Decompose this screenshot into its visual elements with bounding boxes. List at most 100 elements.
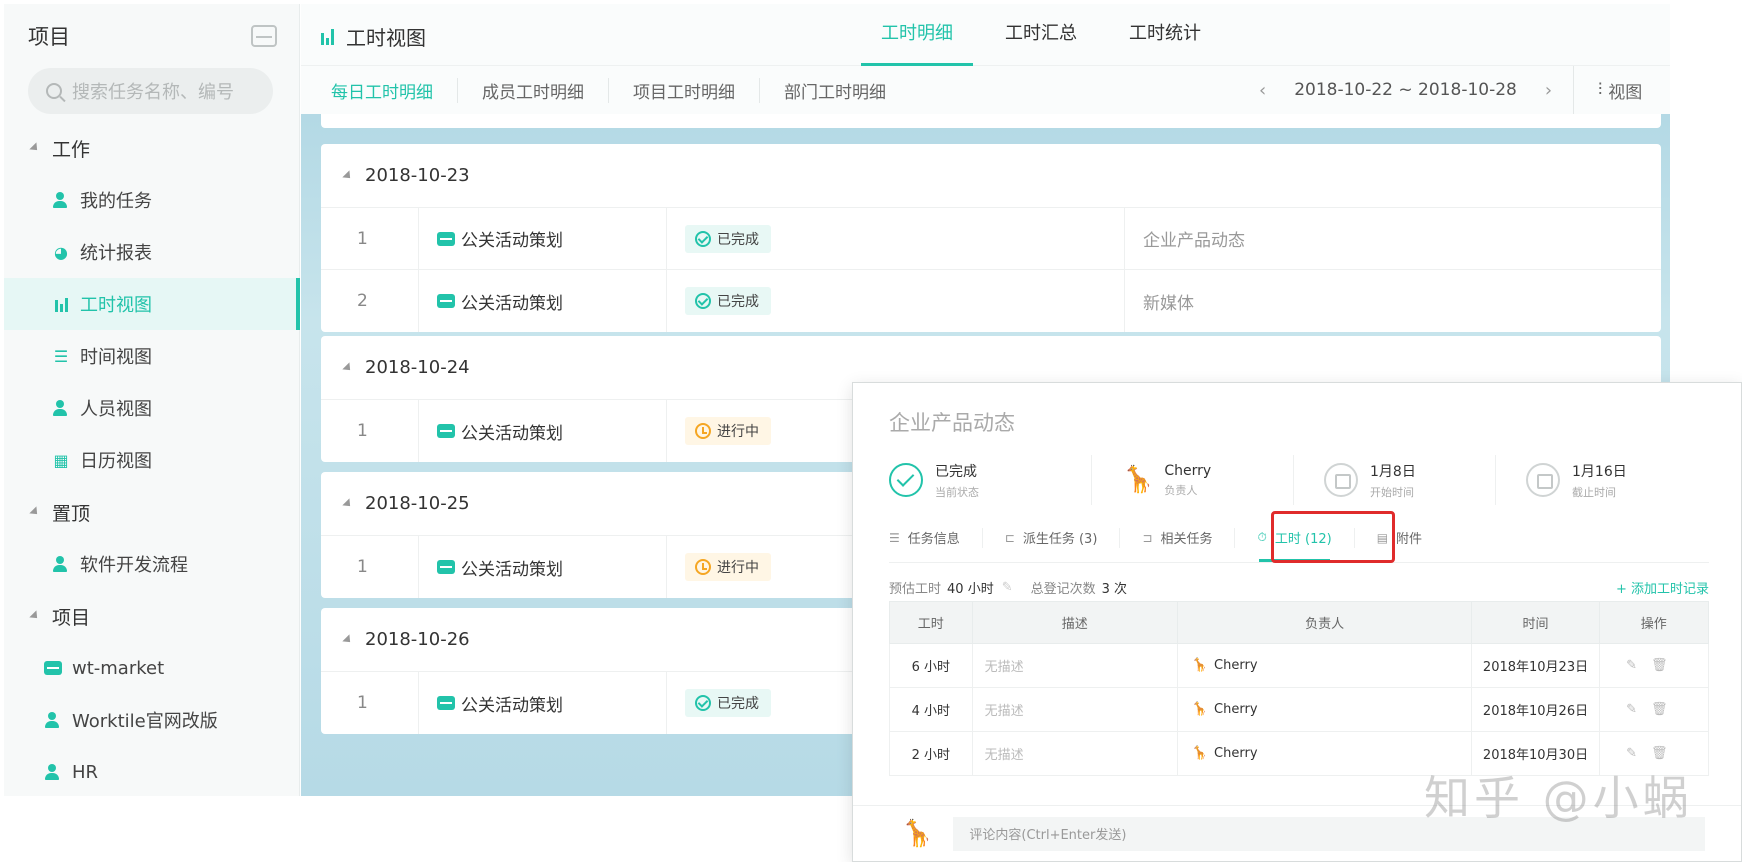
edit-icon[interactable]: ✎ <box>1626 658 1651 673</box>
table-row: 4 小时 无描述 🦒 Cherry 2018年10月26日 ✎🗑 <box>889 687 1710 732</box>
trash-icon[interactable]: 🗑 <box>1651 702 1682 717</box>
col-owner: 负责人 <box>1176 601 1473 644</box>
sidebar: 项目 搜索任务名称、编号 工作 我的任务 ◕ 统计报表 工时视图 ☰ 时间视图 … <box>4 4 300 796</box>
row-number: 1 <box>321 536 419 598</box>
sidebar-item-people-view[interactable]: 人员视图 <box>4 382 299 434</box>
table-row[interactable]: 2 公关活动策划 已完成 新媒体 <box>321 270 1661 332</box>
box-icon <box>437 294 455 308</box>
meta-status[interactable]: 已完成 当前状态 <box>889 455 1091 505</box>
subtab-daily[interactable]: 每日工时明细 <box>331 78 457 103</box>
table-row[interactable]: 1 公关活动策划 已完成 企业产品动态 <box>321 208 1661 270</box>
tab-related[interactable]: ⊐ 相关任务 <box>1119 527 1234 548</box>
sub-bar: 每日工时明细 成员工时明细 项目工时明细 部门工时明细 ‹ 2018-10-22… <box>301 66 1670 114</box>
box-icon <box>44 661 62 675</box>
box-icon <box>437 424 455 438</box>
task-name[interactable]: 公关活动策划 <box>461 419 563 444</box>
subtab-project[interactable]: 项目工时明细 <box>608 77 759 103</box>
subtask-icon: ⊏ <box>1004 530 1015 545</box>
next-week-icon[interactable]: › <box>1545 80 1552 101</box>
view-button[interactable]: ⫶ 视图 <box>1573 66 1642 114</box>
status-badge: 已完成 <box>685 224 771 253</box>
trash-icon[interactable]: 🗑 <box>1651 746 1682 761</box>
giraffe-avatar-icon: 🦒 <box>901 818 934 849</box>
giraffe-avatar-icon: 🦒 <box>1191 746 1209 761</box>
edit-icon[interactable]: ✎ <box>1626 746 1651 761</box>
task-name[interactable]: 公关活动策划 <box>461 691 563 716</box>
sidebar-item-label: 统计报表 <box>80 243 152 264</box>
check-circle-icon <box>695 293 711 309</box>
trash-icon[interactable]: 🗑 <box>1651 658 1682 673</box>
list-icon: ☰ <box>889 530 900 545</box>
edit-icon[interactable]: ✎ <box>1002 580 1013 595</box>
tab-worktime-stats[interactable]: 工时统计 <box>1109 4 1221 66</box>
check-circle-icon <box>889 463 923 497</box>
row-extra: 企业产品动态 <box>1143 231 1245 251</box>
sub-tabs: 每日工时明细 成员工时明细 项目工时明细 部门工时明细 <box>331 66 910 114</box>
sidebar-item-worktime-view[interactable]: 工时视图 <box>4 278 300 330</box>
tab-task-info[interactable]: ☰ 任务信息 <box>889 528 982 548</box>
sidebar-title: 项目 <box>28 25 70 49</box>
sidebar-group-pinned[interactable]: 置顶 <box>4 486 299 538</box>
sidebar-item-wt-market[interactable]: wt-market <box>4 642 299 694</box>
task-name[interactable]: 公关活动策划 <box>461 289 563 314</box>
day-date: 2018-10-23 <box>365 165 470 186</box>
sidebar-group-projects[interactable]: 项目 <box>4 590 299 642</box>
add-worktime-button[interactable]: + 添加工时记录 <box>1616 578 1709 597</box>
sidebar-item-my-tasks[interactable]: 我的任务 <box>4 174 299 226</box>
status-badge: 已完成 <box>685 287 771 315</box>
day-header[interactable]: 2018-10-23 <box>321 144 1661 208</box>
meta-owner[interactable]: 🦒 Cherry 负责人 <box>1091 455 1293 505</box>
page-title: 工时视图 <box>321 22 426 51</box>
sidebar-item-time-view[interactable]: ☰ 时间视图 <box>4 330 299 382</box>
subtab-department[interactable]: 部门工时明细 <box>759 77 910 103</box>
check-circle-icon <box>695 230 711 247</box>
sidebar-group-work[interactable]: 工作 <box>4 122 299 174</box>
group-label: 工作 <box>52 138 91 161</box>
tab-worktime-summary[interactable]: 工时汇总 <box>985 4 1097 66</box>
sidebar-item-hr[interactable]: HR <box>4 746 299 798</box>
day-date: 2018-10-24 <box>365 357 470 378</box>
person-icon <box>44 711 62 729</box>
prev-week-icon[interactable]: ‹ <box>1259 80 1266 101</box>
tab-worktime-detail[interactable]: 工时明细 <box>861 4 973 66</box>
task-name[interactable]: 公关活动策划 <box>461 555 563 580</box>
sidebar-item-reports[interactable]: ◕ 统计报表 <box>4 226 299 278</box>
status-badge: 进行中 <box>685 553 771 581</box>
page-title-text: 工时视图 <box>346 26 426 50</box>
collapse-triangle-icon <box>342 169 354 182</box>
group-label: 项目 <box>52 606 91 629</box>
row-number: 1 <box>321 672 419 734</box>
edit-icon[interactable]: ✎ <box>1626 702 1651 717</box>
sidebar-item-label: HR <box>72 761 99 783</box>
status-badge: 进行中 <box>685 417 771 445</box>
collapse-triangle-icon <box>342 361 354 374</box>
sidebar-item-label: 日历视图 <box>80 451 152 472</box>
sidebar-item-calendar-view[interactable]: ▦ 日历视图 <box>4 434 299 486</box>
date-range-text[interactable]: 2018-10-22 ~ 2018-10-28 <box>1294 80 1517 100</box>
meta-start-date[interactable]: 1月8日 开始时间 <box>1293 455 1495 505</box>
meta-due-date[interactable]: 1月16日 截止时间 <box>1495 455 1697 505</box>
col-time: 时间 <box>1471 601 1600 644</box>
task-name[interactable]: 公关活动策划 <box>461 226 563 251</box>
collapse-triangle-icon <box>342 633 354 646</box>
tab-subtasks[interactable]: ⊏ 派生任务 (3) <box>981 527 1120 548</box>
sidebar-item-worktile-redesign[interactable]: Worktile官网改版 <box>4 694 299 746</box>
bar-chart-icon <box>321 28 334 45</box>
giraffe-avatar-icon: 🦒 <box>1191 702 1209 717</box>
day-card: 2018-10-23 1 公关活动策划 已完成 企业产品动态 2 公关活动策划 … <box>321 144 1661 332</box>
sidebar-item-software-dev[interactable]: 软件开发流程 <box>4 538 299 590</box>
subtab-member[interactable]: 成员工时明细 <box>457 77 608 103</box>
group-label: 置顶 <box>52 502 91 525</box>
search-input[interactable]: 搜索任务名称、编号 <box>28 68 273 114</box>
date-range: ‹ 2018-10-22 ~ 2018-10-28 › <box>1231 66 1580 114</box>
check-circle-icon <box>695 695 711 711</box>
clock-icon <box>695 423 711 439</box>
inbox-icon[interactable] <box>251 25 277 47</box>
view-tabs: 工时明细 工时汇总 工时统计 <box>861 4 1233 66</box>
calendar-check-icon <box>1526 463 1560 497</box>
calendar-icon <box>1324 463 1358 497</box>
task-title[interactable]: 企业产品动态 <box>889 407 1015 437</box>
row-number: 1 <box>321 400 419 462</box>
row-number: 2 <box>321 270 419 332</box>
day-date: 2018-10-25 <box>365 493 470 514</box>
